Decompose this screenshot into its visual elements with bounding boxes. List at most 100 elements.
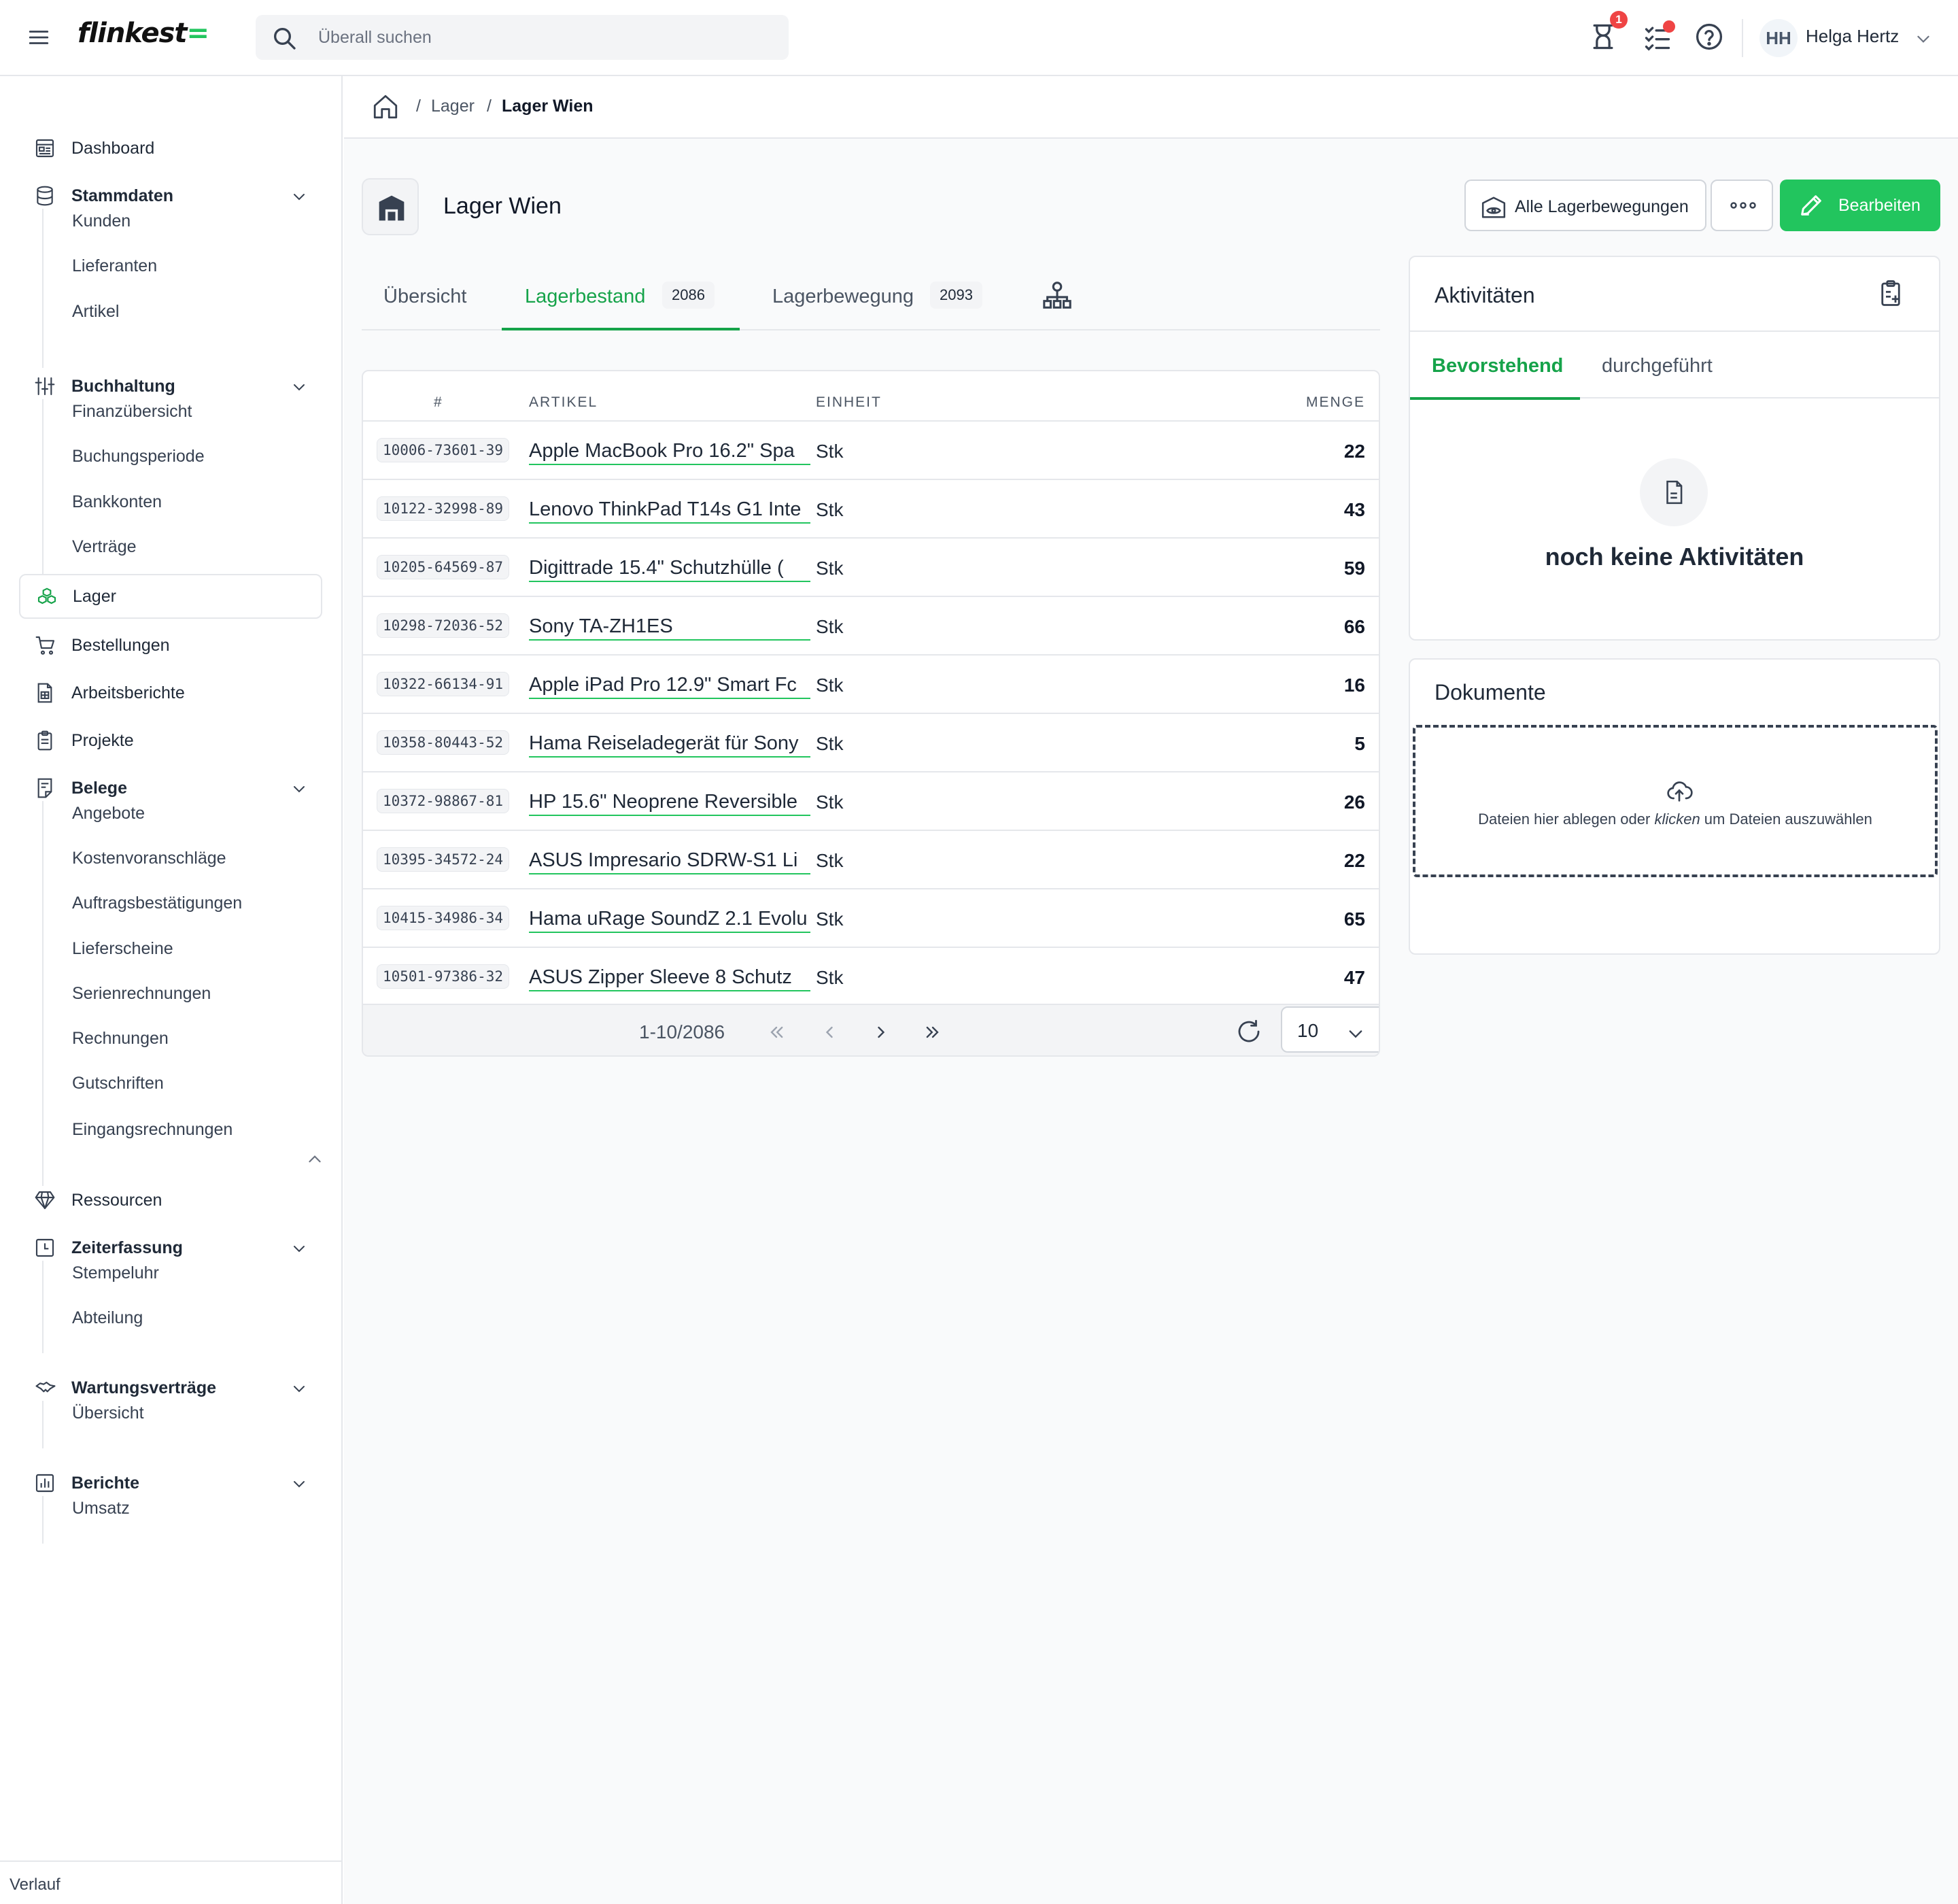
chevron-down-icon[interactable] [291, 379, 307, 395]
report-icon [34, 682, 56, 704]
sidebar-item-label: Berichte [71, 1473, 140, 1493]
table-row[interactable]: 10006-73601-39 Apple MacBook Pro 16.2" Sp… [363, 420, 1379, 479]
table-row[interactable]: 10358-80443-52 Hama Reiseladegerät für So… [363, 713, 1379, 771]
table-row[interactable]: 10298-72036-52 Sony TA-ZH1ES Stk 66 [363, 596, 1379, 654]
page-size-select[interactable]: 10 [1281, 1006, 1379, 1053]
chevron-down-icon[interactable] [291, 1380, 307, 1397]
first-page-icon[interactable] [767, 1023, 786, 1042]
tab-count-lagerbestand: 2086 [662, 282, 715, 309]
sidebar-item-dashboard[interactable]: Dashboard [19, 126, 322, 171]
sidebar-subitem-buchungsperiode[interactable]: Buchungsperiode [72, 447, 205, 466]
prev-page-icon[interactable] [820, 1023, 839, 1042]
sidebar-subitem-artikel[interactable]: Artikel [72, 302, 119, 322]
column-header-number[interactable]: # [434, 394, 443, 411]
quantity-cell: 43 [1343, 499, 1365, 520]
chevron-down-icon[interactable] [1914, 30, 1932, 48]
sidebar-item-arbeitsberichte[interactable]: Arbeitsberichte [19, 670, 322, 715]
next-page-icon[interactable] [872, 1023, 891, 1042]
tab-lagerbewegung[interactable]: Lagerbewegung [772, 286, 914, 308]
quantity-cell: 66 [1343, 616, 1365, 637]
sidebar-subitem-stempeluhr[interactable]: Stempeluhr [72, 1263, 159, 1283]
quantity-cell: 16 [1343, 675, 1365, 696]
hierarchy-icon[interactable] [1042, 280, 1073, 311]
article-link[interactable]: HP 15.6" Neoprene Reversible [529, 789, 810, 816]
sidebar-subitem-serienrechnungen[interactable]: Serienrechnungen [72, 984, 211, 1004]
breadcrumb-separator: / [487, 97, 492, 116]
sidebar-subitem-umsatz[interactable]: Umsatz [72, 1499, 130, 1518]
tab-lagerbestand[interactable]: Lagerbestand [525, 286, 645, 308]
tab-uebersicht[interactable]: Übersicht [383, 286, 467, 308]
edit-button[interactable]: Bearbeiten [1780, 180, 1940, 231]
column-header-unit[interactable]: EINHEIT [816, 394, 882, 411]
sidebar-subitem-angebote[interactable]: Angebote [72, 804, 145, 823]
table-row[interactable]: 10395-34572-24 ASUS Impresario SDRW-S1 Li… [363, 830, 1379, 888]
table-row[interactable]: 10501-97386-32 ASUS Zipper Sleeve 8 Schut… [363, 947, 1379, 1005]
avatar[interactable]: HH [1759, 19, 1798, 57]
sidebar-item-wartungsvertraege[interactable]: Wartungsverträge [19, 1365, 322, 1410]
article-link[interactable]: ASUS Impresario SDRW-S1 Li [529, 847, 810, 874]
more-options-button[interactable] [1711, 180, 1773, 231]
sidebar-subitem-uebersicht[interactable]: Übersicht [72, 1404, 144, 1423]
sidebar-item-zeiterfassung[interactable]: Zeiterfassung [19, 1225, 322, 1270]
article-link[interactable]: Hama uRage SoundZ 2.1 Evolu [529, 906, 810, 933]
sidebar-item-berichte[interactable]: Berichte [19, 1461, 322, 1506]
sidebar-item-projekte[interactable]: Projekte [19, 718, 322, 763]
chevron-down-icon[interactable] [291, 188, 307, 205]
global-search[interactable] [256, 15, 789, 60]
clipboard-add-icon[interactable] [1876, 279, 1905, 307]
user-name[interactable]: Helga Hertz [1806, 26, 1899, 47]
chevron-down-icon[interactable] [291, 1476, 307, 1492]
sidebar-subitem-kunden[interactable]: Kunden [72, 211, 131, 231]
article-link[interactable]: ASUS Zipper Sleeve 8 Schutz [529, 964, 810, 991]
sidebar-item-lager[interactable]: Lager [19, 574, 322, 619]
search-input[interactable] [318, 15, 767, 60]
table-row[interactable]: 10322-66134-91 Apple iPad Pro 12.9" Smart… [363, 654, 1379, 713]
help-icon[interactable] [1694, 20, 1724, 53]
article-link[interactable]: Apple iPad Pro 12.9" Smart Fc [529, 672, 810, 699]
breadcrumb-lager[interactable]: Lager [431, 97, 475, 116]
article-link[interactable]: Hama Reiseladegerät für Sony [529, 730, 810, 758]
table-row[interactable]: 10415-34986-34 Hama uRage SoundZ 2.1 Evol… [363, 888, 1379, 947]
refresh-icon[interactable] [1235, 1017, 1263, 1046]
sidebar-subitem-gutschriften[interactable]: Gutschriften [72, 1074, 164, 1093]
sidebar-item-label: Belege [71, 778, 127, 798]
menu-icon[interactable] [27, 26, 50, 49]
chevron-up-icon[interactable] [306, 1151, 324, 1168]
chevron-down-icon[interactable] [291, 1240, 307, 1257]
sidebar-item-stammdaten[interactable]: Stammdaten [19, 173, 322, 218]
sidebar-subitem-kostenvoranschlaege[interactable]: Kostenvoranschläge [72, 849, 226, 868]
app-logo[interactable]: flinkest= [78, 18, 209, 49]
column-header-quantity[interactable]: MENGE [1306, 394, 1365, 411]
table-row[interactable]: 10205-64569-87 Digittrade 15.4" Schutzhül… [363, 537, 1379, 596]
tab-bevorstehend[interactable]: Bevorstehend [1432, 355, 1563, 377]
file-dropzone[interactable]: Dateien hier ablegen oder klicken um Dat… [1413, 725, 1938, 877]
all-movements-button[interactable]: Alle Lagerbewegungen [1464, 180, 1706, 231]
article-link[interactable]: Apple MacBook Pro 16.2" Spa [529, 438, 810, 465]
home-icon[interactable] [371, 92, 400, 121]
sidebar-subitem-bankkonten[interactable]: Bankkonten [72, 492, 162, 512]
sidebar-subitem-rechnungen[interactable]: Rechnungen [72, 1029, 169, 1049]
dropzone-click-link[interactable]: klicken [1654, 811, 1700, 828]
last-page-icon[interactable] [923, 1023, 942, 1042]
table-row[interactable]: 10122-32998-89 Lenovo ThinkPad T14s G1 In… [363, 479, 1379, 537]
chevron-down-icon[interactable] [291, 781, 307, 797]
sidebar-item-bestellungen[interactable]: Bestellungen [19, 623, 322, 668]
quantity-cell: 59 [1343, 558, 1365, 579]
sidebar-subitem-lieferanten[interactable]: Lieferanten [72, 256, 157, 276]
sidebar-subitem-lieferscheine[interactable]: Lieferscheine [72, 939, 173, 959]
history-footer[interactable]: Verlauf [0, 1860, 343, 1904]
sidebar-subitem-abteilung[interactable]: Abteilung [72, 1308, 143, 1328]
sidebar-subitem-finanzuebersicht[interactable]: Finanzübersicht [72, 402, 192, 422]
sidebar-subitem-auftragsbestaetigungen[interactable]: Auftragsbestätigungen [72, 894, 242, 913]
column-header-article[interactable]: ARTIKEL [529, 394, 598, 411]
sidebar-subitem-eingangsrechnungen[interactable]: Eingangsrechnungen [72, 1120, 233, 1140]
article-link[interactable]: Lenovo ThinkPad T14s G1 Inte [529, 496, 810, 524]
sidebar-subitem-vertraege[interactable]: Verträge [72, 537, 137, 557]
sidebar-item-belege[interactable]: Belege [19, 766, 322, 811]
article-link[interactable]: Digittrade 15.4" Schutzhülle ( [529, 555, 810, 582]
submenu-line [42, 209, 44, 368]
article-link[interactable]: Sony TA-ZH1ES [529, 613, 810, 641]
sidebar-item-ressourcen[interactable]: Ressourcen [19, 1178, 322, 1223]
table-row[interactable]: 10372-98867-81 HP 15.6" Neoprene Reversib… [363, 771, 1379, 830]
tab-durchgefuehrt[interactable]: durchgeführt [1602, 355, 1713, 377]
